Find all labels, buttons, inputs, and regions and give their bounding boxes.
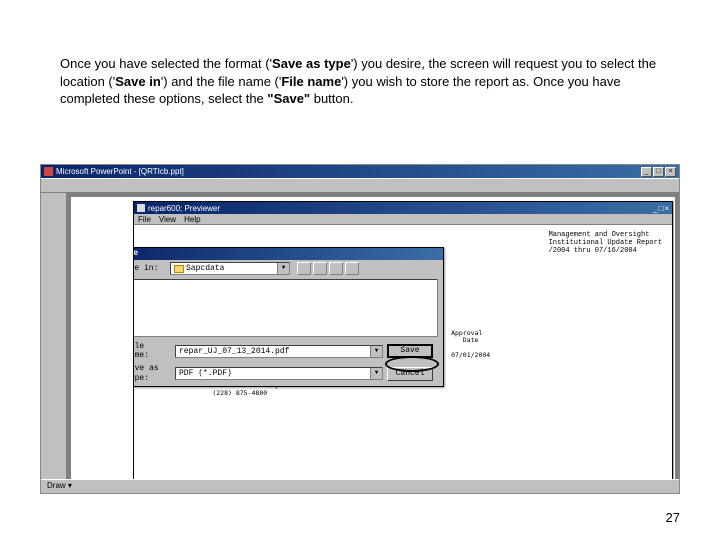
save-dialog-title: Save	[134, 248, 443, 260]
file-list-area[interactable]	[134, 279, 438, 337]
save-as-type-combo[interactable]: PDF (*.PDF) ▼	[175, 367, 383, 380]
save-in-value: Sapcdata	[186, 264, 224, 273]
menu-view[interactable]: View	[159, 215, 176, 224]
toolbar-button[interactable]	[60, 180, 73, 192]
previewer-title: repar600; Previewer	[148, 204, 220, 213]
previewer-minimize[interactable]: _	[653, 204, 657, 213]
chevron-down-icon[interactable]: ▼	[277, 263, 289, 274]
toolbar-button[interactable]	[45, 180, 58, 192]
save-in-combo[interactable]: Sapcdata ▼	[170, 262, 290, 275]
minimize-button[interactable]: _	[641, 167, 652, 177]
save-in-label: Save in:	[134, 264, 166, 273]
previewer-body: Management and Oversight Institutional U…	[134, 225, 672, 490]
cancel-button[interactable]: Cancel	[387, 367, 433, 381]
page-number: 27	[666, 510, 680, 525]
draw-toolbar: Draw ▾	[41, 479, 679, 493]
save-as-type-label: Save as type:	[134, 364, 171, 382]
report-previewer-window: repar600; Previewer _ □ × File View Help	[133, 201, 673, 491]
instruction-text: Once you have selected the format ('Save…	[60, 55, 660, 108]
previewer-icon	[137, 204, 145, 212]
view-list-button[interactable]	[329, 262, 343, 275]
chevron-down-icon[interactable]: ▼	[370, 368, 382, 379]
slide-thumbnail-panel	[41, 193, 67, 493]
file-name-input[interactable]: repar_UJ_07_13_2014.pdf ▼	[175, 345, 383, 358]
file-name-label: File name:	[134, 342, 171, 360]
slide-main-area: repar600; Previewer _ □ × File View Help	[67, 193, 679, 493]
close-button[interactable]: ×	[665, 167, 676, 177]
toolbar-button[interactable]	[75, 180, 88, 192]
slide-canvas: repar600; Previewer _ □ × File View Help	[71, 197, 675, 489]
powerpoint-title: Microsoft PowerPoint - [QRTIcb.ppt]	[56, 167, 184, 176]
chevron-down-icon[interactable]: ▼	[370, 346, 382, 357]
draw-label[interactable]: Draw ▾	[47, 481, 72, 490]
view-details-button[interactable]	[345, 262, 359, 275]
powerpoint-toolbar	[41, 178, 679, 193]
save-as-type-value: PDF (*.PDF)	[179, 369, 232, 378]
previewer-titlebar: repar600; Previewer _ □ ×	[134, 202, 672, 214]
powerpoint-titlebar: Microsoft PowerPoint - [QRTIcb.ppt] _ □ …	[41, 165, 679, 178]
embedded-screenshot: Microsoft PowerPoint - [QRTIcb.ppt] _ □ …	[40, 164, 680, 494]
previewer-maximize[interactable]: □	[658, 204, 663, 213]
report-header: Management and Oversight Institutional U…	[549, 231, 662, 255]
powerpoint-icon	[44, 167, 53, 176]
file-name-value: repar_UJ_07_13_2014.pdf	[179, 347, 289, 356]
menu-help[interactable]: Help	[184, 215, 200, 224]
toolbar-button[interactable]	[90, 180, 103, 192]
new-folder-button[interactable]	[313, 262, 327, 275]
previewer-close[interactable]: ×	[664, 204, 669, 213]
menu-file[interactable]: File	[138, 215, 151, 224]
folder-icon	[174, 265, 184, 273]
previewer-menubar: File View Help	[134, 214, 672, 225]
save-button[interactable]: Save	[387, 344, 433, 358]
save-dialog: Save Save in: Sapcdata ▼	[134, 247, 444, 387]
maximize-button[interactable]: □	[653, 167, 664, 177]
up-folder-button[interactable]	[297, 262, 311, 275]
